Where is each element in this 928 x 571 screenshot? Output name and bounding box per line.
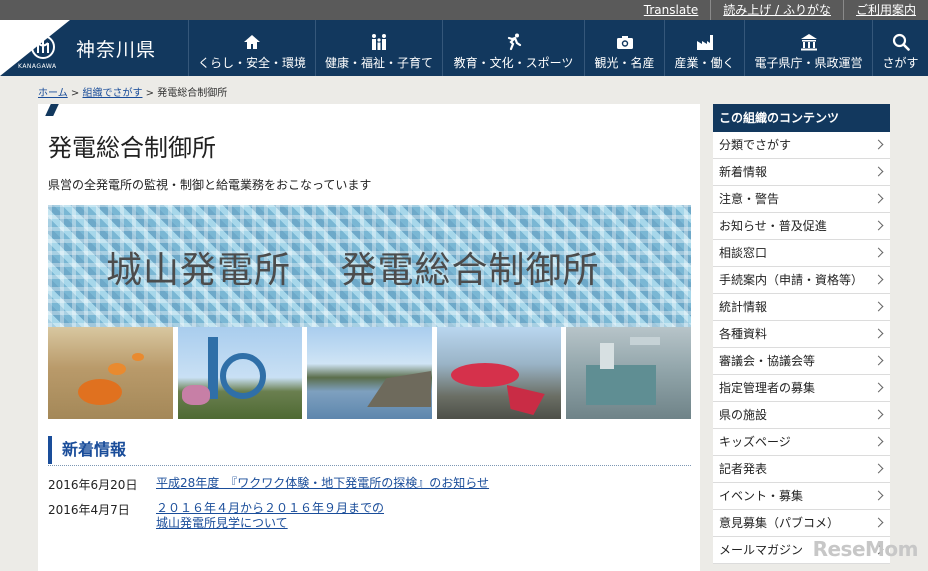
breadcrumb-home-link[interactable]: ホーム: [38, 88, 68, 99]
sidebar-item-notices[interactable]: お知らせ・普及促進: [713, 213, 890, 240]
sidebar-item-news[interactable]: 新着情報: [713, 159, 890, 186]
translate-link[interactable]: Translate: [632, 0, 711, 20]
nav-tourism[interactable]: 観光・名産: [584, 20, 664, 76]
breadcrumb-separator: >: [70, 88, 80, 99]
logo-subtext: KANAGAWA: [18, 63, 57, 70]
sidebar: この組織のコンテンツ 分類でさがす 新着情報 注意・警告 お知らせ・普及促進 相…: [713, 104, 890, 564]
nav-label: 教育・文化・スポーツ: [453, 56, 574, 70]
nav-living[interactable]: くらし・安全・環境: [188, 20, 315, 76]
utility-links: Translate 読み上げ / ふりがな ご利用案内: [632, 0, 928, 20]
photo-machinery: [566, 327, 691, 419]
photo-valve: [177, 327, 303, 419]
sidebar-item-procedures[interactable]: 手続案内（申請・資格等）: [713, 267, 890, 294]
nav-industry[interactable]: 産業・働く: [664, 20, 744, 76]
sidebar-item-designated-managers[interactable]: 指定管理者の募集: [713, 375, 890, 402]
utility-bar: Translate 読み上げ / ふりがな ご利用案内: [0, 0, 928, 20]
page-title: 発電総合制御所: [48, 134, 216, 162]
resemom-watermark: ReseMom: [812, 537, 919, 561]
sidebar-item-consultation[interactable]: 相談窓口: [713, 240, 890, 267]
photo-strip: [48, 327, 691, 419]
sidebar-item-facilities[interactable]: 県の施設: [713, 402, 890, 429]
banner-text: 城山発電所 発電総合制御所: [106, 250, 600, 291]
sidebar-item-councils[interactable]: 審議会・協議会等: [713, 348, 890, 375]
news-heading: 新着情報: [48, 436, 126, 464]
nav-search[interactable]: さがす: [872, 20, 928, 76]
nav-health[interactable]: 健康・福祉・子育て: [315, 20, 442, 76]
sidebar-item-category[interactable]: 分類でさがす: [713, 132, 890, 159]
usage-guide-link[interactable]: ご利用案内: [842, 0, 928, 20]
factory-icon: [696, 35, 713, 50]
breadcrumb-separator: >: [145, 88, 155, 99]
nav-label: さがす: [882, 56, 919, 70]
news-link[interactable]: 平成28年度 『ワクワク体験・地下発電所の探検』のお知らせ: [156, 476, 489, 493]
news-section-title: 新着情報: [48, 434, 691, 466]
news-date: 2016年4月7日: [48, 503, 130, 517]
list-item: 2016年6月20日 平成28年度 『ワクワク体験・地下発電所の探検』のお知らせ: [48, 476, 691, 493]
nav-label: 観光・名産: [594, 56, 655, 70]
nav-label: 産業・働く: [674, 56, 735, 70]
read-aloud-link[interactable]: 読み上げ / ふりがな: [710, 0, 843, 20]
government-building-icon: [800, 34, 817, 51]
site-logo[interactable]: 神奈川県 KANAGAWA: [0, 20, 188, 76]
photo-turbine-runner: [436, 327, 562, 419]
news-link-line2[interactable]: 城山発電所見学について: [156, 516, 384, 531]
sidebar-item-public-comment[interactable]: 意見募集（パブコメ）: [713, 510, 890, 537]
news-link[interactable]: ２０１６年４月から２０１６年９月までの: [156, 501, 384, 516]
camera-icon: [616, 36, 633, 49]
kanagawa-emblem-icon: [31, 35, 55, 59]
search-icon: [892, 33, 910, 51]
page-lead: 県営の全発電所の監視・制御と給電業務をおこなっています: [48, 178, 372, 192]
family-icon: [372, 34, 386, 50]
title-corner-mark: [45, 104, 59, 116]
breadcrumb-org-link[interactable]: 組織でさがす: [82, 88, 142, 99]
nav-education[interactable]: 教育・文化・スポーツ: [442, 20, 584, 76]
banner-image: 城山発電所 発電総合制御所: [48, 205, 691, 327]
sidebar-item-warnings[interactable]: 注意・警告: [713, 186, 890, 213]
nav-label: 電子県庁・県政運営: [754, 56, 863, 70]
sidebar-title: この組織のコンテンツ: [713, 104, 890, 132]
photo-dam-lake: [307, 327, 432, 419]
nav-government[interactable]: 電子県庁・県政運営: [744, 20, 872, 76]
sidebar-item-documents[interactable]: 各種資料: [713, 321, 890, 348]
sidebar-item-events[interactable]: イベント・募集: [713, 483, 890, 510]
main-content: 発電総合制御所 県営の全発電所の監視・制御と給電業務をおこなっています 城山発電…: [38, 104, 700, 571]
photo-generator-hall: [48, 327, 173, 419]
sidebar-item-kids[interactable]: キッズページ: [713, 429, 890, 456]
sidebar-item-press[interactable]: 記者発表: [713, 456, 890, 483]
list-item: 2016年4月7日 ２０１６年４月から２０１６年９月までの 城山発電所見学につい…: [48, 501, 691, 531]
home-icon: [244, 35, 260, 49]
breadcrumb-current: 発電総合制御所: [157, 88, 228, 99]
breadcrumb: ホーム > 組織でさがす > 発電総合制御所: [38, 84, 227, 99]
news-list: 2016年6月20日 平成28年度 『ワクワク体験・地下発電所の探検』のお知らせ…: [48, 476, 691, 539]
runner-icon: [507, 33, 521, 51]
global-nav: 神奈川県 KANAGAWA くらし・安全・環境 健康・福祉・子育て 教育・文化・…: [0, 20, 928, 76]
sidebar-item-statistics[interactable]: 統計情報: [713, 294, 890, 321]
news-date: 2016年6月20日: [48, 478, 138, 492]
nav-label: くらし・安全・環境: [197, 56, 306, 70]
logo-text: 神奈川県: [76, 39, 157, 61]
nav-label: 健康・福祉・子育て: [324, 56, 433, 70]
